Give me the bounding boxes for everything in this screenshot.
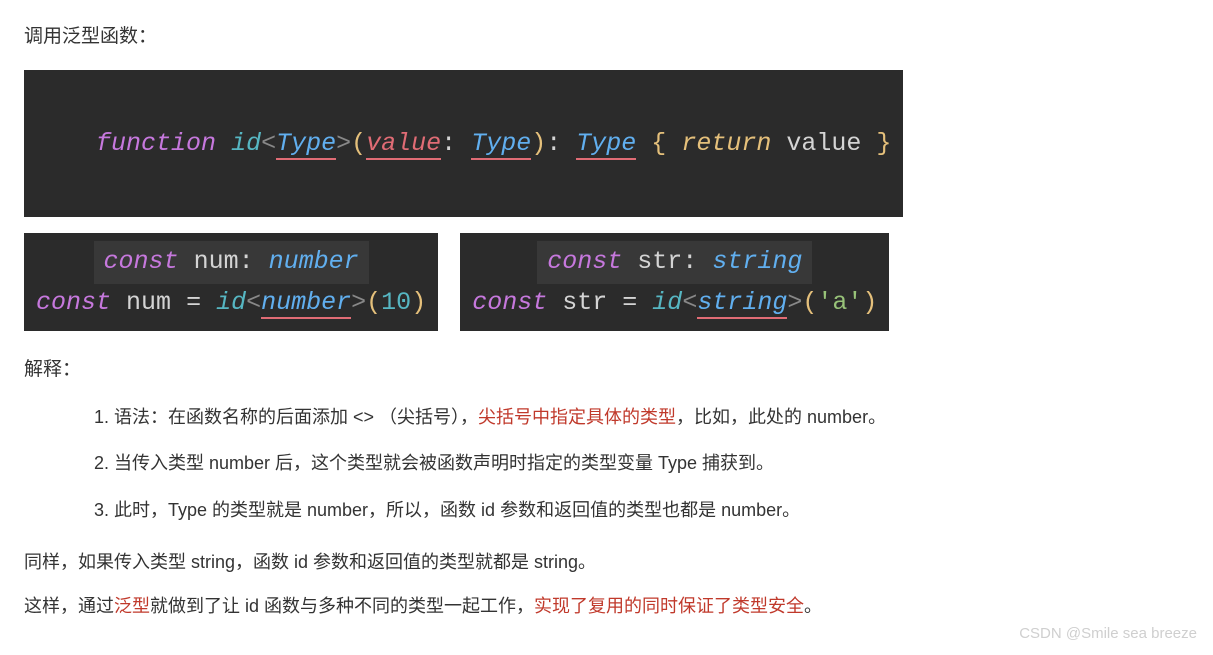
fn-call: id [652,288,682,317]
paragraph: 同样，如果传入类型 string，函数 id 参数和返回值的类型就都是 stri… [24,546,1189,578]
keyword-function: function [96,129,216,158]
hint-type: string [712,247,802,276]
hint-colon: : [239,247,254,276]
list-text: 语法：在函数名称的后面添加 <> （尖括号）， [114,407,478,427]
keyword-return: return [681,129,771,158]
angle-close: > [336,129,351,158]
angle-open: < [246,288,261,317]
equals: = [186,288,201,317]
paren-open: ( [351,129,366,158]
para-text: 就做到了让 id 函数与多种不同的类型一起工作， [150,596,534,616]
type-arg: number [261,288,351,319]
function-name: id [231,129,261,158]
keyword-const: const [472,288,547,317]
hint-colon: : [682,247,697,276]
paren-open: ( [802,288,817,317]
return-type: Type [576,129,636,160]
para-text: 这样，通过 [24,596,114,616]
colon: : [546,129,561,158]
var-name: str [562,288,607,317]
paren-close: ) [862,288,877,317]
paren-close: ) [531,129,546,158]
fn-call: id [216,288,246,317]
explain-heading: 解释： [24,353,1189,387]
hint-keyword: const [104,247,179,276]
keyword-const: const [36,288,111,317]
list-item: 此时，Type 的类型就是 number，所以，函数 id 参数和返回值的类型也… [114,494,1189,526]
section-heading: 调用泛型函数： [24,20,1189,54]
arg-value: 'a' [817,288,862,317]
hint-name: num [194,247,239,276]
arg-value: 10 [381,288,411,317]
paren-close: ) [411,288,426,317]
equals: = [622,288,637,317]
para-red-text: 实现了复用的同时保证了类型安全 [534,596,804,616]
angle-open: < [682,288,697,317]
param-type: Type [471,129,531,160]
paragraph: 这样，通过泛型就做到了让 id 函数与多种不同的类型一起工作，实现了复用的同时保… [24,590,1189,622]
code-block-right: const str: string const str = id<string>… [460,233,889,331]
code-block-left: const num: number const num = id<number>… [24,233,438,331]
brace-open: { [651,129,666,158]
list-item: 当传入类型 number 后，这个类型就会被函数声明时指定的类型变量 Type … [114,447,1189,479]
code-block-full: function id<Type>(value: Type): Type { r… [24,70,1189,217]
para-red-text: 泛型 [114,596,150,616]
watermark: CSDN @Smile sea breeze [1019,620,1197,647]
paren-open: ( [366,288,381,317]
angle-open: < [261,129,276,158]
explain-list: 语法：在函数名称的后面添加 <> （尖括号），尖括号中指定具体的类型，比如，此处… [24,401,1189,526]
brace-close: } [876,129,891,158]
type-arg: string [697,288,787,319]
code-row: const num: number const num = id<number>… [24,233,1189,331]
type-param: Type [276,129,336,160]
hint-type: number [269,247,359,276]
var-name: num [126,288,171,317]
list-text: ，比如，此处的 number。 [676,407,886,427]
angle-close: > [787,288,802,317]
list-item: 语法：在函数名称的后面添加 <> （尖括号），尖括号中指定具体的类型，比如，此处… [114,401,1189,433]
angle-close: > [351,288,366,317]
colon: : [441,129,456,158]
list-red-text: 尖括号中指定具体的类型 [478,407,676,427]
para-text: 。 [804,596,822,616]
hint-name: str [637,247,682,276]
param-name: value [366,129,441,160]
return-value: value [786,129,861,158]
hint-keyword: const [547,247,622,276]
